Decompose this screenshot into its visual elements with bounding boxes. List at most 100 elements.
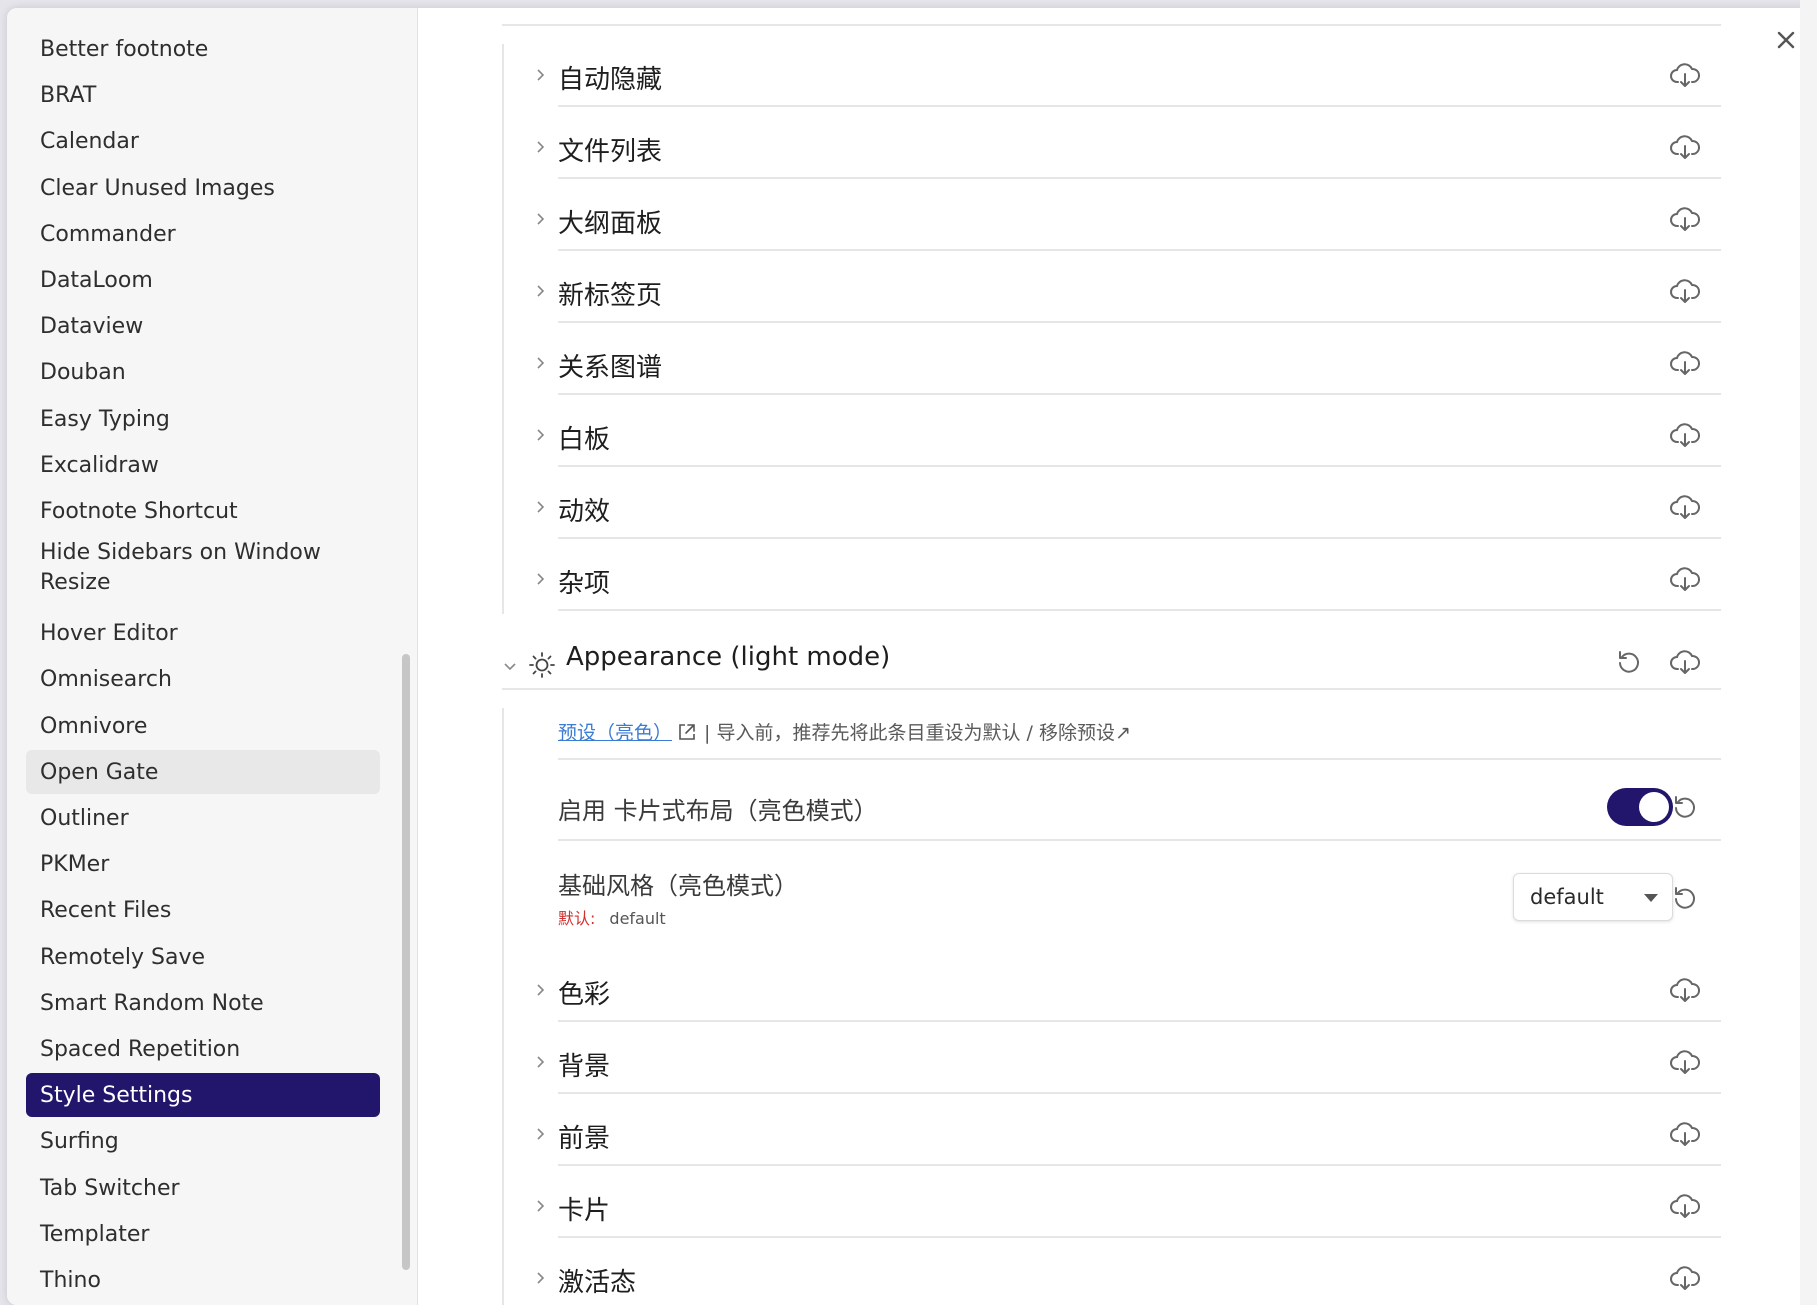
- sidebar-item-outliner[interactable]: Outliner: [26, 796, 380, 840]
- sidebar-item-douban[interactable]: Douban: [26, 350, 380, 394]
- chevron-right-icon[interactable]: [533, 500, 547, 514]
- sidebar-item-dataloom[interactable]: DataLoom: [26, 258, 380, 302]
- sidebar-item-omnisearch[interactable]: Omnisearch: [26, 657, 380, 701]
- sidebar-item-dataview[interactable]: Dataview: [26, 304, 380, 348]
- group-header-label[interactable]: 杂项: [558, 563, 610, 600]
- preset-link[interactable]: 预设（亮色）: [558, 718, 672, 745]
- close-button[interactable]: [1770, 24, 1802, 56]
- download-cloud-icon[interactable]: [1669, 347, 1701, 379]
- sidebar-item-hide-sidebars[interactable]: Hide Sidebars on Window Resize: [26, 536, 380, 598]
- sidebar-item-recent-files[interactable]: Recent Files: [26, 888, 380, 932]
- section-title[interactable]: Appearance (light mode): [566, 642, 890, 672]
- sidebar-item-label: Omnivore: [40, 713, 148, 739]
- plugin-sidebar: Better footnote BRAT Calendar Clear Unus…: [7, 8, 418, 1305]
- download-cloud-icon[interactable]: [1669, 1262, 1701, 1294]
- base-style-select[interactable]: default: [1513, 873, 1673, 921]
- sidebar-item-label: Excalidraw: [40, 452, 159, 478]
- sidebar-item-commander[interactable]: Commander: [26, 212, 380, 256]
- group-header-label[interactable]: 前景: [558, 1118, 610, 1155]
- sidebar-item-style-settings[interactable]: Style Settings: [26, 1073, 380, 1117]
- sidebar-item-excalidraw[interactable]: Excalidraw: [26, 443, 380, 487]
- group-header-label[interactable]: 关系图谱: [558, 347, 662, 384]
- section-divider: [502, 24, 1721, 26]
- download-cloud-icon[interactable]: [1669, 1046, 1701, 1078]
- chevron-right-icon[interactable]: [533, 1055, 547, 1069]
- sidebar-scrollbar[interactable]: [402, 654, 410, 1270]
- sidebar-item-better-footnote[interactable]: Better footnote: [26, 27, 380, 71]
- sidebar-item-label: Footnote Shortcut: [40, 498, 238, 524]
- download-cloud-icon[interactable]: [1669, 491, 1701, 523]
- sidebar-item-calendar[interactable]: Calendar: [26, 119, 380, 163]
- download-cloud-icon[interactable]: [1669, 646, 1701, 678]
- chevron-right-icon[interactable]: [533, 1271, 547, 1285]
- sidebar-item-label: Smart Random Note: [40, 990, 264, 1016]
- row-divider: [558, 609, 1721, 611]
- sidebar-item-label: Recent Files: [40, 897, 172, 923]
- sidebar-item-surfing[interactable]: Surfing: [26, 1119, 380, 1163]
- sidebar-item-tab-switcher[interactable]: Tab Switcher: [26, 1166, 380, 1210]
- sidebar-item-label: Style Settings: [40, 1082, 193, 1108]
- sidebar-item-clear-unused-images[interactable]: Clear Unused Images: [26, 166, 380, 210]
- chevron-right-icon[interactable]: [533, 428, 547, 442]
- chevron-down-icon[interactable]: [503, 659, 517, 673]
- sidebar-item-label: Tab Switcher: [40, 1175, 180, 1201]
- sidebar-item-smart-random-note[interactable]: Smart Random Note: [26, 981, 380, 1025]
- reset-icon[interactable]: [1669, 882, 1701, 914]
- download-cloud-icon[interactable]: [1669, 59, 1701, 91]
- sidebar-item-label: Hover Editor: [40, 620, 178, 646]
- sidebar-item-label: Open Gate: [40, 759, 159, 785]
- download-cloud-icon[interactable]: [1669, 1190, 1701, 1222]
- group-header-label[interactable]: 背景: [558, 1046, 610, 1083]
- download-cloud-icon[interactable]: [1669, 203, 1701, 235]
- download-cloud-icon[interactable]: [1669, 419, 1701, 451]
- download-cloud-icon[interactable]: [1669, 563, 1701, 595]
- chevron-right-icon[interactable]: [533, 1199, 547, 1213]
- chevron-right-icon[interactable]: [533, 68, 547, 82]
- group-header-label[interactable]: 色彩: [558, 974, 610, 1011]
- card-layout-toggle[interactable]: [1607, 788, 1673, 826]
- sidebar-item-label: Better footnote: [40, 36, 209, 62]
- group-header-label[interactable]: 自动隐藏: [558, 59, 662, 96]
- sidebar-item-thino[interactable]: Thino: [26, 1258, 380, 1302]
- sidebar-item-remotely-save[interactable]: Remotely Save: [26, 935, 380, 979]
- sidebar-item-label: Calendar: [40, 128, 139, 154]
- sidebar-item-easy-typing[interactable]: Easy Typing: [26, 397, 380, 441]
- reset-icon[interactable]: [1669, 791, 1701, 823]
- chevron-right-icon[interactable]: [533, 140, 547, 154]
- sidebar-item-templater[interactable]: Templater: [26, 1212, 380, 1256]
- sidebar-item-open-gate[interactable]: Open Gate: [26, 750, 380, 794]
- row-divider: [558, 321, 1721, 323]
- sidebar-item-spaced-repetition[interactable]: Spaced Repetition: [26, 1027, 380, 1071]
- sidebar-item-label: Surfing: [40, 1128, 119, 1154]
- download-cloud-icon[interactable]: [1669, 1118, 1701, 1150]
- chevron-right-icon[interactable]: [533, 212, 547, 226]
- chevron-right-icon[interactable]: [533, 983, 547, 997]
- group-header-label[interactable]: 卡片: [558, 1190, 610, 1227]
- group-header-label[interactable]: 大纲面板: [558, 203, 662, 240]
- chevron-right-icon[interactable]: [533, 284, 547, 298]
- sidebar-item-label: Hide Sidebars on Window Resize: [40, 540, 321, 595]
- sidebar-item-omnivore[interactable]: Omnivore: [26, 704, 380, 748]
- download-cloud-icon[interactable]: [1669, 131, 1701, 163]
- reset-icon[interactable]: [1613, 646, 1645, 678]
- group-header-label[interactable]: 动效: [558, 491, 610, 528]
- group-header-label[interactable]: 新标签页: [558, 275, 662, 312]
- sidebar-item-hover-editor[interactable]: Hover Editor: [26, 611, 380, 655]
- default-note: 默认: default: [558, 905, 666, 929]
- download-cloud-icon[interactable]: [1669, 275, 1701, 307]
- chevron-right-icon[interactable]: [533, 356, 547, 370]
- indent-guide: [502, 44, 504, 614]
- chevron-right-icon[interactable]: [533, 1127, 547, 1141]
- sidebar-item-footnote-shortcut[interactable]: Footnote Shortcut: [26, 489, 380, 533]
- sidebar-item-pkmer[interactable]: PKMer: [26, 842, 380, 886]
- group-header-label[interactable]: 文件列表: [558, 131, 662, 168]
- card-layout-label: 启用 卡片式布局（亮色模式）: [558, 797, 878, 825]
- chevron-right-icon[interactable]: [533, 572, 547, 586]
- download-cloud-icon[interactable]: [1669, 974, 1701, 1006]
- group-header-label[interactable]: 白板: [558, 419, 610, 456]
- sidebar-item-label: Outliner: [40, 805, 129, 831]
- sidebar-item-brat[interactable]: BRAT: [26, 73, 380, 117]
- external-link-icon[interactable]: [676, 721, 698, 743]
- group-header-label[interactable]: 激活态: [558, 1262, 636, 1299]
- base-style-label: 基础风格（亮色模式）: [558, 872, 798, 900]
